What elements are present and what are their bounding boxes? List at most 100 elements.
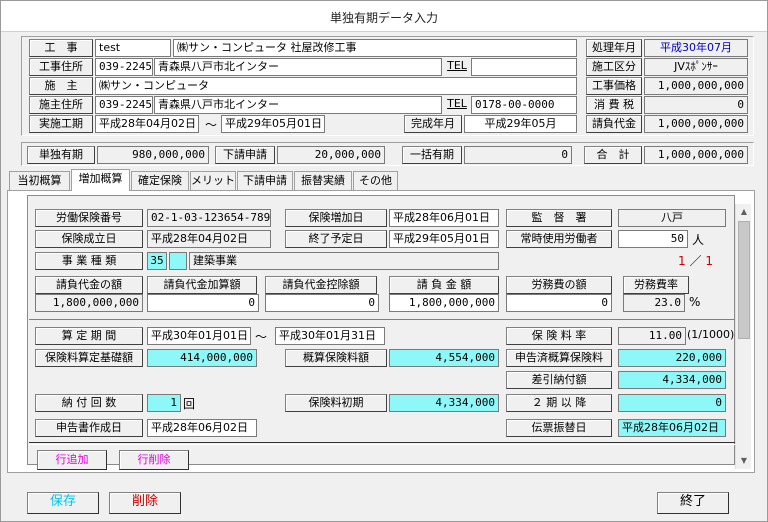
tab-merit[interactable]: メリット: [190, 171, 236, 190]
kantoku-sho-label: 監 督 署: [506, 209, 612, 227]
delete-button[interactable]: 削除: [109, 492, 181, 514]
row-add-button[interactable]: 行追加: [37, 450, 107, 470]
nofu-kaisu-field[interactable]: 1: [147, 394, 181, 412]
tab-toshogaisan[interactable]: 当初概算: [9, 171, 70, 190]
jigyo-name-field: 建築事業: [189, 252, 499, 270]
gokei-field: 1,000,000,000: [644, 146, 748, 164]
gaisan-field: 4,554,000: [389, 349, 499, 367]
rodo-hoken-bango-label: 労働保険番号: [35, 209, 143, 227]
sesyu-tel-field[interactable]: 0178-00-0000: [471, 96, 577, 114]
ukeoi-daikin-field: 1,800,000,000: [35, 294, 143, 312]
vertical-scrollbar[interactable]: ▲ ▼: [735, 204, 751, 469]
col-header-ukeoi-daikin: 請負代金の額: [35, 276, 143, 294]
santei-kiso-label: 保険料算定基礎額: [35, 349, 143, 367]
kasan-field[interactable]: 0: [147, 294, 259, 312]
sesyu-address-field[interactable]: 青森県八戸市北インター: [154, 96, 442, 114]
rodo-hoken-bango-field[interactable]: 02-1-03-123654-789: [147, 209, 271, 227]
jisshi-to-field[interactable]: 平成29年05月01日: [221, 115, 325, 133]
close-button[interactable]: 終了: [657, 492, 729, 514]
tab-sonota[interactable]: その他: [353, 171, 398, 190]
jigyo-code-sub-field[interactable]: [169, 252, 187, 270]
hoken-zoka-bi-field[interactable]: 平成28年06月01日: [389, 209, 499, 227]
jisshi-tilde: 〜: [204, 118, 217, 132]
santei-to-field[interactable]: 平成30年01月31日: [275, 327, 385, 345]
santei-kikan-label: 算 定 期 間: [35, 327, 143, 345]
shoki-label: 保険料初期: [285, 394, 387, 412]
santei-kiso-field: 414,000,000: [147, 349, 257, 367]
koji-tel-label: TEL: [444, 58, 470, 76]
scroll-down-icon[interactable]: ▼: [736, 453, 752, 469]
kansei-field[interactable]: 平成29年05月: [464, 115, 577, 133]
shitauke-field: 20,000,000: [277, 146, 385, 164]
kansei-label: 完成年月: [404, 115, 462, 133]
col-header-kasan: 請負代金加算額: [147, 276, 257, 294]
col-header-romuhiritsu: 労務費率: [623, 276, 689, 294]
koji-name-field[interactable]: ㈱サン・コンピュータ 社屋改修工事: [173, 39, 577, 57]
col-header-kojo: 請負代金控除額: [265, 276, 377, 294]
page-current: 1: [678, 254, 686, 268]
kantoku-sho-field[interactable]: 八戸: [618, 209, 726, 227]
hoken-zoka-bi-label: 保険増加日: [285, 209, 387, 227]
romuhi-field[interactable]: 0: [506, 294, 612, 312]
koji-kakaku-label: 工事価格: [586, 77, 642, 95]
tab-zokagaisan[interactable]: 増加概算: [71, 169, 130, 191]
page-sep: ／: [689, 254, 702, 268]
koji-code-field[interactable]: test: [95, 39, 171, 57]
tandoku-label: 単独有期: [27, 146, 95, 164]
sesyu-name-field[interactable]: ㈱サン・コンピュータ: [95, 77, 577, 95]
joji-rodosha-field[interactable]: 50: [618, 230, 688, 248]
save-button[interactable]: 保存: [27, 492, 99, 514]
scroll-thumb[interactable]: [738, 221, 750, 339]
sesyu-tel-label: TEL: [444, 96, 470, 114]
shuryo-yotei-field[interactable]: 平成29年05月01日: [389, 230, 499, 248]
tab-shitauke[interactable]: 下請申請: [237, 171, 293, 190]
shohizei-field: 0: [644, 96, 748, 114]
tab-kakuteihoken[interactable]: 確定保険: [131, 171, 189, 190]
joji-unit: 人: [692, 233, 705, 247]
santei-from-field[interactable]: 平成30年01月01日: [147, 327, 251, 345]
koji-tel-field[interactable]: [471, 58, 577, 76]
main-window: 単独有期データ入力 工 事 test ㈱サン・コンピュータ 社屋改修工事 工事住…: [0, 0, 768, 522]
sashihiki-label: 差引納付額: [506, 371, 612, 389]
shinkoku-zumi-field: 220,000: [618, 349, 726, 367]
ikkatsu-label: 一括有期: [402, 146, 462, 164]
tandoku-field: 980,000,000: [97, 146, 209, 164]
row-delete-button[interactable]: 行削除: [119, 450, 189, 470]
page-indicator: 1 ／ 1: [678, 252, 713, 269]
shohizei-label: 消 費 税: [586, 96, 642, 114]
shuryo-yotei-label: 終了予定日: [285, 230, 387, 248]
koji-zip-field[interactable]: 039-2245: [95, 58, 153, 76]
nofu-kaisu-label: 納 付 回 数: [35, 394, 143, 412]
window-title: 単独有期データ入力: [329, 11, 438, 25]
gokei-label: 合 計: [584, 146, 642, 164]
jisshi-koki-label: 実施工期: [29, 115, 93, 133]
shoki-field: 4,334,000: [389, 394, 499, 412]
shinkokusho-field[interactable]: 平成28年06月02日: [147, 419, 257, 437]
sesyu-zip-field[interactable]: 039-2245: [95, 96, 153, 114]
santei-tilde: 〜: [255, 330, 268, 344]
page-total: 1: [705, 254, 713, 268]
scroll-up-icon[interactable]: ▲: [736, 204, 752, 220]
ukeoi-kingaku-field[interactable]: 1,800,000,000: [389, 294, 499, 312]
sashihiki-field: 4,334,000: [618, 371, 726, 389]
jigyo-shurui-label: 事 業 種 類: [35, 252, 143, 270]
koji-address-field[interactable]: 青森県八戸市北インター: [154, 58, 442, 76]
tab-furikae[interactable]: 振替実績: [294, 171, 352, 190]
shinkoku-zumi-label: 申告済概算保険料: [506, 349, 612, 367]
jisshi-from-field[interactable]: 平成28年04月02日: [95, 115, 199, 133]
seko-kubun-label: 施工区分: [586, 58, 642, 76]
niki-label: ２ 期 以 降: [506, 394, 612, 412]
hoken-seiritsu-field: 平成28年04月02日: [147, 230, 271, 248]
shinkokusho-label: 申告書作成日: [35, 419, 143, 437]
gaisan-label: 概算保険料額: [285, 349, 387, 367]
joji-rodosha-label: 常時使用労働者: [506, 230, 612, 248]
shori-field[interactable]: 平成30年07月: [644, 39, 748, 57]
denpyo-field[interactable]: 平成28年06月02日: [618, 419, 726, 437]
jigyo-code-field[interactable]: 35: [147, 252, 167, 270]
ukeoi-field: 1,000,000,000: [644, 115, 748, 133]
kojo-field[interactable]: 0: [265, 294, 379, 312]
ikkatsu-field: 0: [464, 146, 572, 164]
seko-kubun-field[interactable]: JVｽﾎﾟﾝｻｰ: [644, 58, 748, 76]
koji-kakaku-field: 1,000,000,000: [644, 77, 748, 95]
nofu-unit: 回: [183, 397, 196, 411]
